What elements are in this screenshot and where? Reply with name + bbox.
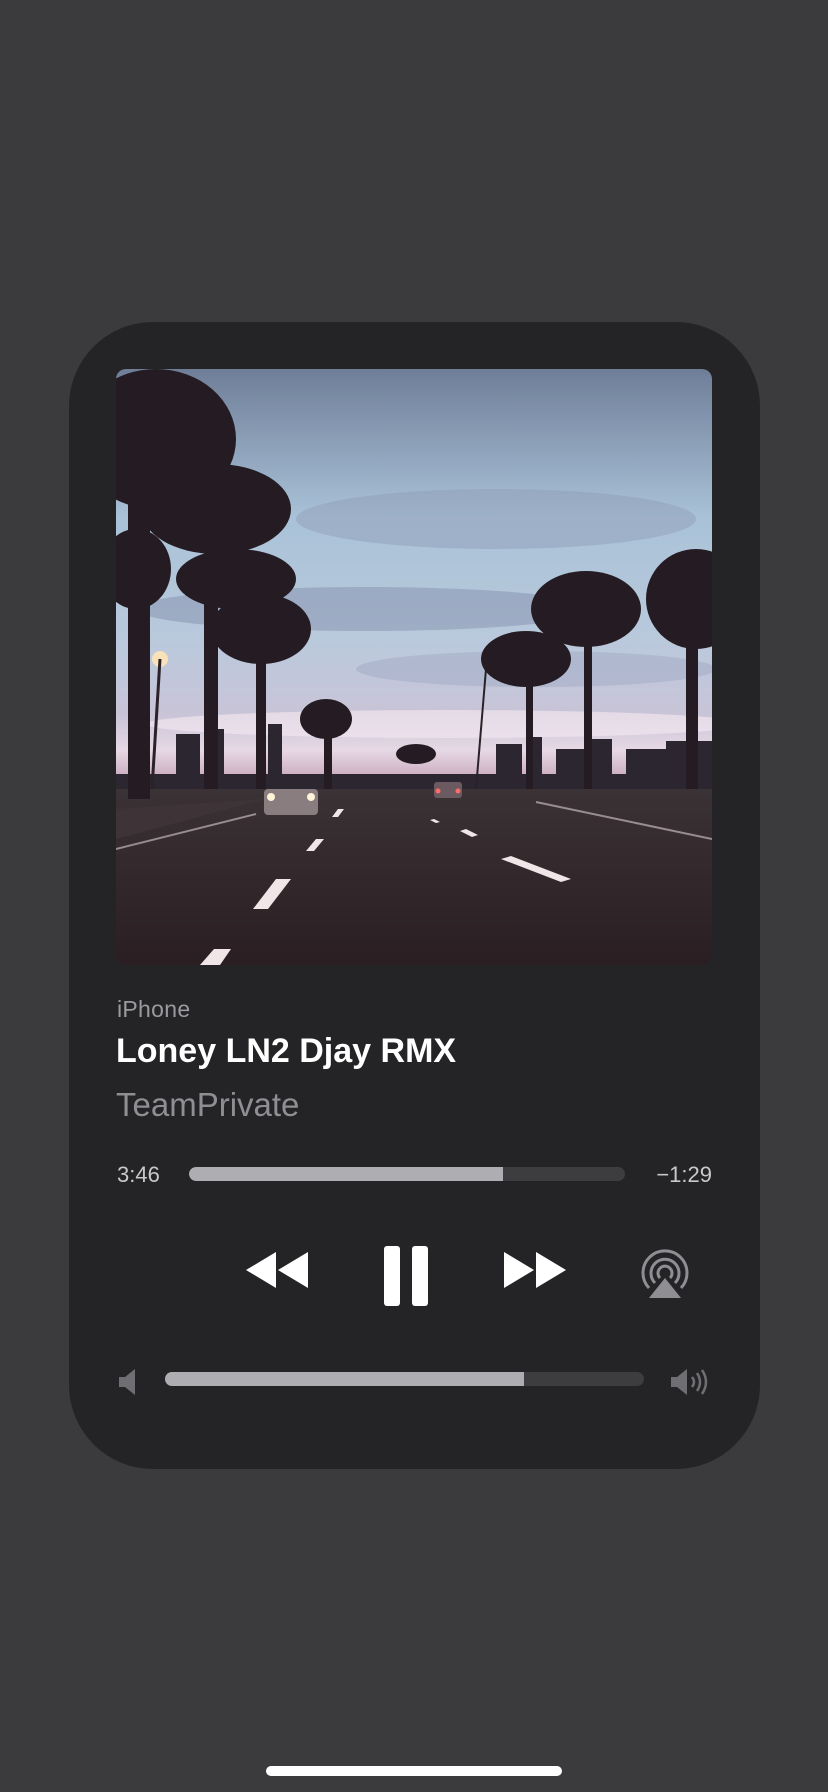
progress-scrubber[interactable] [189,1167,625,1181]
elapsed-time: 3:46 [117,1162,160,1187]
rewind-button[interactable] [241,1240,313,1300]
airplay-button[interactable] [637,1246,693,1302]
playback-source-label: iPhone [117,996,191,1022]
volume-slider[interactable] [165,1372,644,1386]
fast-forward-button[interactable] [499,1240,571,1300]
artist-name: TeamPrivate [116,1086,300,1123]
home-indicator[interactable] [266,1766,562,1776]
album-artwork [116,369,712,965]
progress-fill [189,1167,503,1181]
pause-icon [384,1246,428,1306]
airplay-icon [641,1249,689,1298]
fast-forward-icon [504,1252,566,1288]
speaker-high-icon [671,1369,708,1395]
now-playing-card: iPhone Loney LN2 Djay RMX TeamPrivate 3:… [69,322,760,1469]
pause-button[interactable] [379,1244,433,1308]
rewind-icon [246,1252,308,1288]
lock-screen: iPhone Loney LN2 Djay RMX TeamPrivate 3:… [0,0,828,1792]
remaining-time: −1:29 [656,1162,712,1187]
speaker-low-icon [119,1369,135,1395]
song-title: Loney LN2 Djay RMX [116,1032,457,1070]
volume-min-indicator [115,1367,143,1397]
volume-fill [165,1372,525,1386]
volume-max-indicator [669,1367,713,1397]
